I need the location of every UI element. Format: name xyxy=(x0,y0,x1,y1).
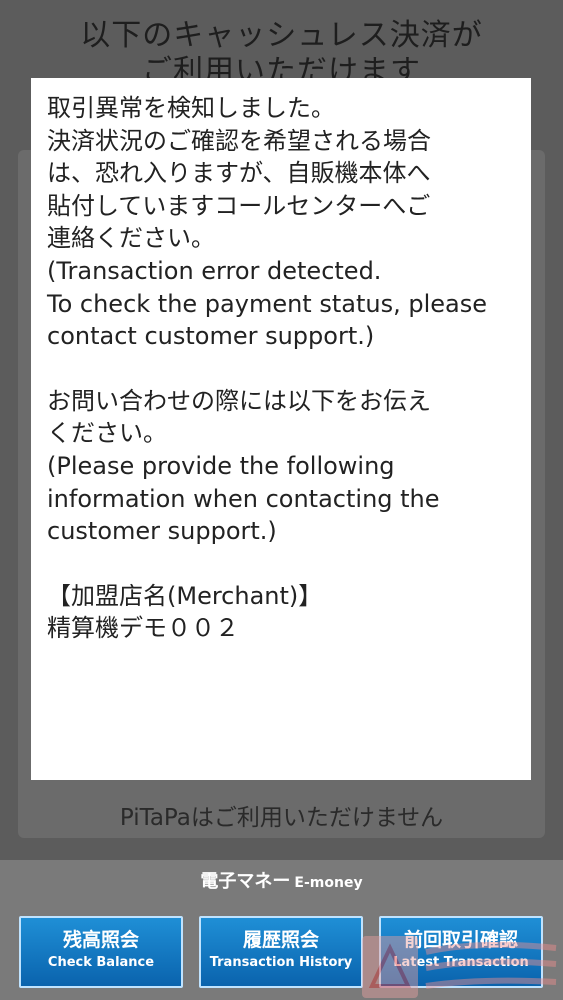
merchant-label: 【加盟店名(Merchant)】 xyxy=(47,581,323,610)
transaction-error-dialog: 取引異常を検知しました。 決済状況のご確認を希望される場合 は、恐れ入りますが、… xyxy=(31,78,531,780)
emoney-title-jp: 電子マネー xyxy=(200,871,291,892)
contact-info-en-line-1: (Please provide the following xyxy=(47,451,395,480)
latest-transaction-button[interactable]: 前回取引確認 Latest Transaction xyxy=(379,916,543,988)
emoney-title-en: E-money xyxy=(294,875,363,891)
emoney-bar: 電子マネー E-money 残高照会 Check Balance 履歴照会 Tra… xyxy=(0,860,563,1000)
emoney-title: 電子マネー E-money xyxy=(0,870,563,895)
error-message-jp-line-2: 決済状況のご確認を希望される場合 xyxy=(47,126,431,155)
transaction-history-button[interactable]: 履歴照会 Transaction History xyxy=(199,916,363,988)
transaction-history-label-en: Transaction History xyxy=(209,955,353,970)
error-message-en-line-3: contact customer support.) xyxy=(47,322,375,351)
merchant-name: 精算機デモ００２ xyxy=(47,614,239,643)
contact-info-jp-line-2: ください。 xyxy=(47,419,167,448)
error-message-jp-line-1: 取引異常を検知しました。 xyxy=(47,94,335,122)
error-message-jp-line-3: は、恐れ入りますが、自販機本体へ xyxy=(47,159,431,188)
pitapa-unavailable-notice: PiTaPaはご利用いただけません xyxy=(119,805,444,831)
error-message-jp-line-5: 連絡ください。 xyxy=(47,224,215,253)
error-message-jp-line-4: 貼付していますコールセンターへご xyxy=(47,191,431,220)
check-balance-label-en: Check Balance xyxy=(47,955,155,970)
contact-info-en-line-2: information when contacting the xyxy=(47,484,440,513)
contact-info-en-line-3: customer support.) xyxy=(47,517,277,546)
error-message-en-line-2: To check the payment status, please xyxy=(47,289,487,318)
check-balance-label-jp: 残高照会 xyxy=(62,929,139,951)
latest-transaction-label-jp: 前回取引確認 xyxy=(403,929,518,951)
error-message-en-line-1: (Transaction error detected. xyxy=(47,256,382,285)
contact-info-jp-line-1: お問い合わせの際には以下をお伝え xyxy=(47,386,431,415)
transaction-history-label-jp: 履歴照会 xyxy=(242,929,319,951)
payment-screen: 以下のキャッシュレス決済が ご利用いただけます PiTaPaはご利用いただけませ… xyxy=(0,0,563,1000)
check-balance-button[interactable]: 残高照会 Check Balance xyxy=(19,916,183,988)
latest-transaction-label-en: Latest Transaction xyxy=(393,955,529,970)
background-title-line-1: 以下のキャッシュレス決済が xyxy=(80,18,483,53)
